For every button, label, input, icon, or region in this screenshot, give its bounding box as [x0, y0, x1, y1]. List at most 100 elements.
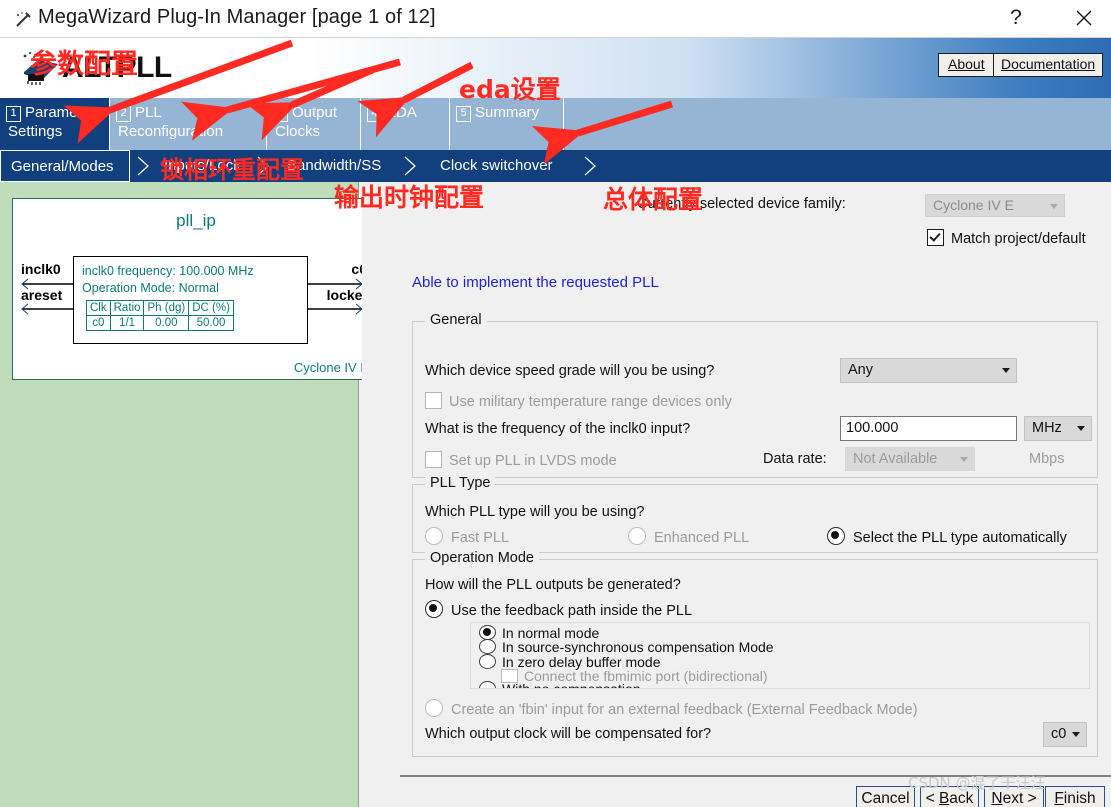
td-duty: 50.00	[188, 315, 234, 331]
speed-grade-question: Which device speed grade will you be usi…	[425, 363, 715, 379]
chevron-right-icon	[404, 156, 416, 176]
chevron-right-icon	[584, 156, 596, 176]
radio-icon	[628, 527, 646, 545]
radio-label: Enhanced PLL	[654, 530, 750, 546]
list-item-no-compensation[interactable]: With no compensation	[479, 681, 641, 689]
radio-fast-pll: Fast PLL	[425, 527, 509, 546]
window-title: MegaWizard Plug-In Manager [page 1 of 12…	[38, 6, 436, 28]
step-tab-parameter-settings[interactable]: 1 Parameter Settings	[0, 98, 110, 150]
radio-icon	[425, 527, 443, 545]
radio-external-feedback: Create an 'fbin' input for an external f…	[425, 699, 918, 718]
diagram-port-areset: areset	[21, 287, 63, 303]
sub-tab-general-modes[interactable]: General/Modes	[0, 150, 130, 182]
annotation-parameter-config: 参数配置	[30, 49, 138, 80]
megawizard-window: MegaWizard Plug-In Manager [page 1 of 12…	[0, 0, 1111, 807]
speed-grade-select[interactable]: Any	[840, 358, 1017, 383]
title-bar: MegaWizard Plug-In Manager [page 1 of 12…	[0, 0, 1111, 38]
step-tab-pll-reconfiguration[interactable]: 2 PLL Reconfiguration	[110, 98, 267, 150]
speed-grade-value: Any	[848, 362, 873, 378]
step-label: Parameter	[25, 104, 96, 121]
lvds-mode-checkbox: Set up PLL in LVDS mode	[425, 451, 617, 469]
th-ratio: Ratio	[109, 300, 145, 316]
cancel-button[interactable]: Cancel	[856, 786, 915, 807]
radio-icon	[827, 527, 845, 545]
compensation-mode-list[interactable]: In normal mode In source-synchronous com…	[470, 622, 1090, 689]
status-message: Able to implement the requested PLL	[412, 274, 659, 291]
diagram-device-label: Cyclone IV E	[293, 360, 369, 375]
step-number: 5	[456, 106, 471, 122]
match-project-default-checkbox[interactable]: Match project/default	[927, 229, 1086, 247]
step-label-line2: Settings	[8, 123, 63, 140]
step-label-line2: Reconfiguration	[118, 123, 224, 140]
step-label: Output	[292, 104, 338, 121]
frequency-unit-select[interactable]: MHz	[1024, 416, 1092, 441]
radio-icon	[425, 600, 443, 618]
chevron-down-icon	[1072, 732, 1080, 737]
match-label: Match project/default	[951, 231, 1086, 247]
radio-enhanced-pll: Enhanced PLL	[628, 527, 749, 546]
checkbox-icon	[425, 392, 442, 409]
device-family-select[interactable]: Cyclone IV E	[925, 194, 1065, 217]
diagram-mode-line: Operation Mode: Normal	[82, 281, 219, 295]
diagram-port-inclk0: inclk0	[21, 261, 61, 277]
radio-icon	[479, 625, 496, 640]
pll-block-diagram: pll_ip inclk0 areset c0 locked inclk0 fr…	[12, 198, 378, 380]
step-number: 3	[273, 106, 288, 122]
radio-label: Use the feedback path inside the PLL	[451, 603, 693, 619]
frequency-unit-value: MHz	[1032, 420, 1062, 436]
th-duty: DC (%)	[188, 300, 234, 316]
military-temp-checkbox: Use military temperature range devices o…	[425, 392, 732, 410]
radio-internal-feedback[interactable]: Use the feedback path inside the PLL	[425, 600, 692, 619]
compensate-clock-select[interactable]: c0	[1043, 722, 1087, 747]
diagram-clock-table: Clk Ratio Ph (dg) DC (%) c0 1/1 0.00 50.…	[86, 300, 234, 331]
td-phase: 0.00	[143, 315, 190, 331]
radio-icon	[479, 639, 496, 654]
list-item-label: With no compensation	[502, 681, 641, 689]
step-tab-output-clocks[interactable]: 3 Output Clocks	[267, 98, 361, 150]
annotation-eda-settings: eda设置	[459, 75, 561, 104]
data-rate-select: Not Available	[845, 447, 975, 471]
compensate-question: Which output clock will be compensated f…	[425, 726, 712, 742]
radio-label: Create an 'fbin' input for an external f…	[451, 702, 918, 718]
th-phase: Ph (dg)	[143, 300, 190, 316]
table-row: c0 1/1 0.00 50.00	[86, 315, 234, 331]
th-clk: Clk	[86, 300, 111, 316]
step-label: PLL	[135, 104, 162, 121]
operation-mode-caption: Operation Mode	[425, 550, 539, 566]
pll-type-caption: PLL Type	[425, 475, 496, 491]
frequency-input[interactable]: 100.000	[840, 416, 1017, 441]
finish-button[interactable]: Finish	[1045, 786, 1105, 807]
step-number: 2	[116, 106, 131, 122]
annotation-output-clock: 输出时钟配置	[334, 183, 485, 212]
radio-label: Select the PLL type automatically	[853, 530, 1067, 546]
list-item-source-sync[interactable]: In source-synchronous compensation Mode	[479, 639, 774, 655]
radio-select-automatically[interactable]: Select the PLL type automatically	[827, 527, 1067, 546]
step-number: 4	[367, 106, 382, 122]
checkbox-icon	[927, 229, 944, 246]
operation-mode-question: How will the PLL outputs be generated?	[425, 577, 681, 593]
documentation-button[interactable]: Documentation	[993, 53, 1104, 77]
pll-type-question: Which PLL type will you be using?	[425, 504, 645, 520]
compensate-clock-value: c0	[1051, 726, 1067, 742]
step-label: Summary	[475, 104, 540, 121]
chevron-right-icon	[137, 156, 149, 176]
frequency-question: What is the frequency of the inclk0 inpu…	[425, 421, 691, 437]
chevron-down-icon	[1077, 426, 1085, 431]
help-button[interactable]: ?	[1003, 4, 1029, 32]
step-tab-eda[interactable]: 4 EDA	[361, 98, 450, 150]
annotation-pll-reconfig: 锁相环重配置	[160, 156, 304, 184]
general-caption: General	[425, 312, 487, 328]
lvds-label: Set up PLL in LVDS mode	[449, 453, 617, 469]
td-ratio: 1/1	[109, 315, 145, 331]
about-button[interactable]: About	[938, 53, 995, 77]
close-icon[interactable]	[1070, 4, 1098, 32]
magic-wand-icon	[16, 12, 31, 27]
chevron-down-icon	[1050, 204, 1058, 209]
radio-label: Fast PLL	[451, 530, 510, 546]
radio-icon	[425, 699, 443, 717]
chevron-down-icon	[1002, 368, 1010, 373]
step-label-line2: Clocks	[275, 123, 321, 140]
step-label: EDA	[386, 104, 417, 121]
watermark: CSDN @混了干汪汪	[908, 774, 1046, 792]
annotation-overall-config: 总体配置	[603, 185, 704, 214]
